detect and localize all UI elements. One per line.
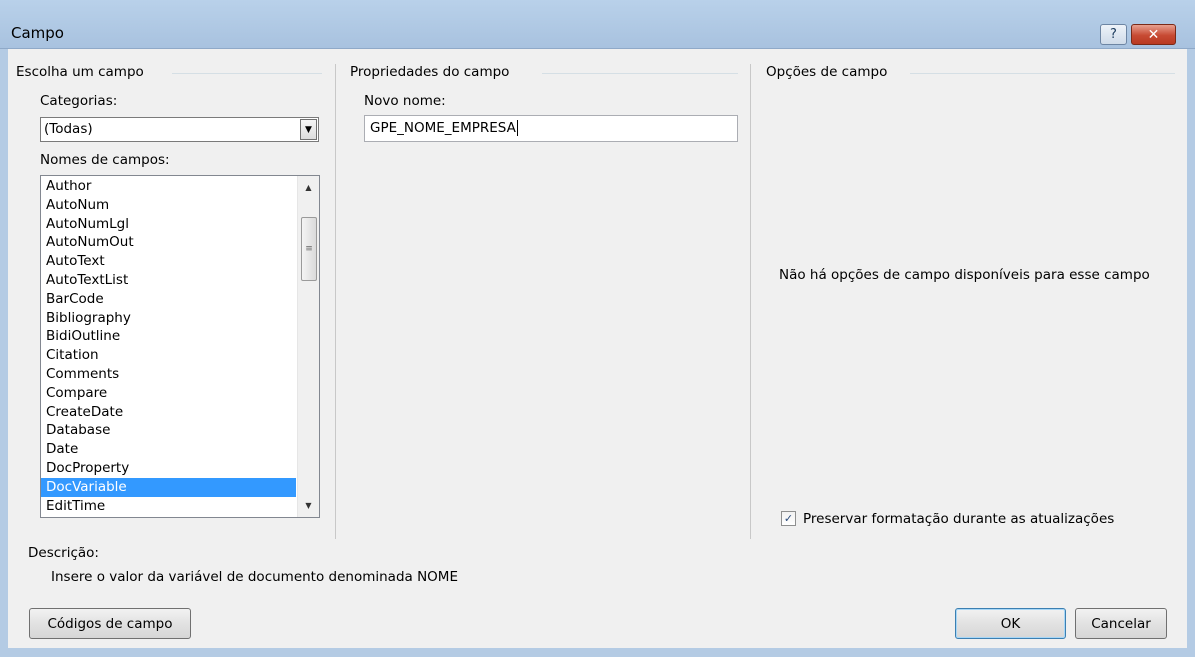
field-names-items: Author AutoNum AutoNumLgl AutoNumOut AutoTex… (41, 177, 296, 515)
categories-dropdown[interactable]: (Todas) ▼ (40, 117, 319, 142)
column-divider-right (750, 64, 751, 539)
list-item[interactable]: Date (41, 440, 296, 459)
checkmark-icon: ✓ (783, 512, 794, 525)
window-frame-right (1187, 49, 1195, 649)
chevron-down-icon: ▼ (305, 124, 312, 135)
grip-icon: ≡ (305, 244, 313, 254)
column-divider-left (335, 64, 336, 539)
no-options-message: Não há opções de campo disponíveis para … (779, 267, 1150, 283)
categories-label: Categorias: (40, 93, 118, 109)
close-button[interactable]: ✕ (1131, 24, 1176, 45)
list-item[interactable]: Citation (41, 346, 296, 365)
list-item[interactable]: CreateDate (41, 403, 296, 422)
window-frame-bottom (0, 648, 1195, 657)
description-label: Descrição: (28, 545, 99, 561)
field-options-section-title: Opções de campo (766, 64, 888, 80)
list-item[interactable]: BarCode (41, 290, 296, 309)
new-name-input[interactable]: GPE_NOME_EMPRESA (364, 115, 738, 142)
field-names-list[interactable]: Author AutoNum AutoNumLgl AutoNumOut AutoTex… (40, 175, 320, 518)
arrow-down-icon: ▼ (305, 500, 312, 510)
cancel-button[interactable]: Cancelar (1075, 608, 1167, 639)
close-icon: ✕ (1147, 26, 1160, 43)
choose-field-section-title: Escolha um campo (16, 64, 144, 80)
list-item[interactable]: Compare (41, 384, 296, 403)
field-names-label: Nomes de campos: (40, 152, 170, 168)
preserve-formatting-checkbox[interactable]: ✓ (781, 511, 796, 526)
preserve-formatting-label[interactable]: Preservar formatação durante as atualiza… (803, 511, 1114, 527)
list-item[interactable]: AutoNumLgl (41, 215, 296, 234)
ok-button[interactable]: OK (955, 608, 1066, 639)
scroll-thumb[interactable]: ≡ (301, 217, 317, 281)
arrow-up-icon: ▲ (305, 182, 312, 192)
list-item[interactable]: AutoTextList (41, 271, 296, 290)
list-item[interactable]: DocProperty (41, 459, 296, 478)
list-item[interactable]: EditTime (41, 497, 296, 516)
list-item[interactable]: Comments (41, 365, 296, 384)
list-item[interactable]: AutoNum (41, 196, 296, 215)
list-item[interactable]: AutoNumOut (41, 233, 296, 252)
list-item[interactable]: Bibliography (41, 309, 296, 328)
list-item[interactable]: AutoText (41, 252, 296, 271)
scroll-up-button[interactable]: ▲ (298, 178, 319, 196)
help-button[interactable]: ? (1100, 24, 1127, 45)
section-divider (542, 73, 738, 74)
description-text: Insere o valor da variável de documento … (51, 569, 458, 585)
text-caret (516, 120, 518, 136)
field-codes-button[interactable]: Códigos de campo (29, 608, 191, 639)
help-icon: ? (1110, 27, 1117, 42)
list-scrollbar[interactable]: ▲ ≡ ▼ (297, 176, 319, 517)
scroll-down-button[interactable]: ▼ (298, 496, 319, 514)
list-item[interactable]: BidiOutline (41, 327, 296, 346)
new-name-label: Novo nome: (364, 93, 446, 109)
list-item[interactable]: Author (41, 177, 296, 196)
section-divider (910, 73, 1175, 74)
title-bar[interactable]: Campo ? ✕ (0, 0, 1195, 49)
list-item[interactable]: DocVariable (41, 477, 296, 497)
list-item[interactable]: Database (41, 421, 296, 440)
window-title: Campo (11, 24, 64, 42)
dropdown-arrow-button[interactable]: ▼ (300, 119, 317, 140)
window-frame-left (0, 49, 8, 649)
new-name-value: GPE_NOME_EMPRESA (370, 120, 516, 136)
field-properties-section-title: Propriedades do campo (350, 64, 510, 80)
categories-selected-value: (Todas) (44, 121, 93, 137)
section-divider (172, 73, 322, 74)
field-dialog: Campo ? ✕ Escolha um campo Categorias: (… (0, 0, 1195, 657)
